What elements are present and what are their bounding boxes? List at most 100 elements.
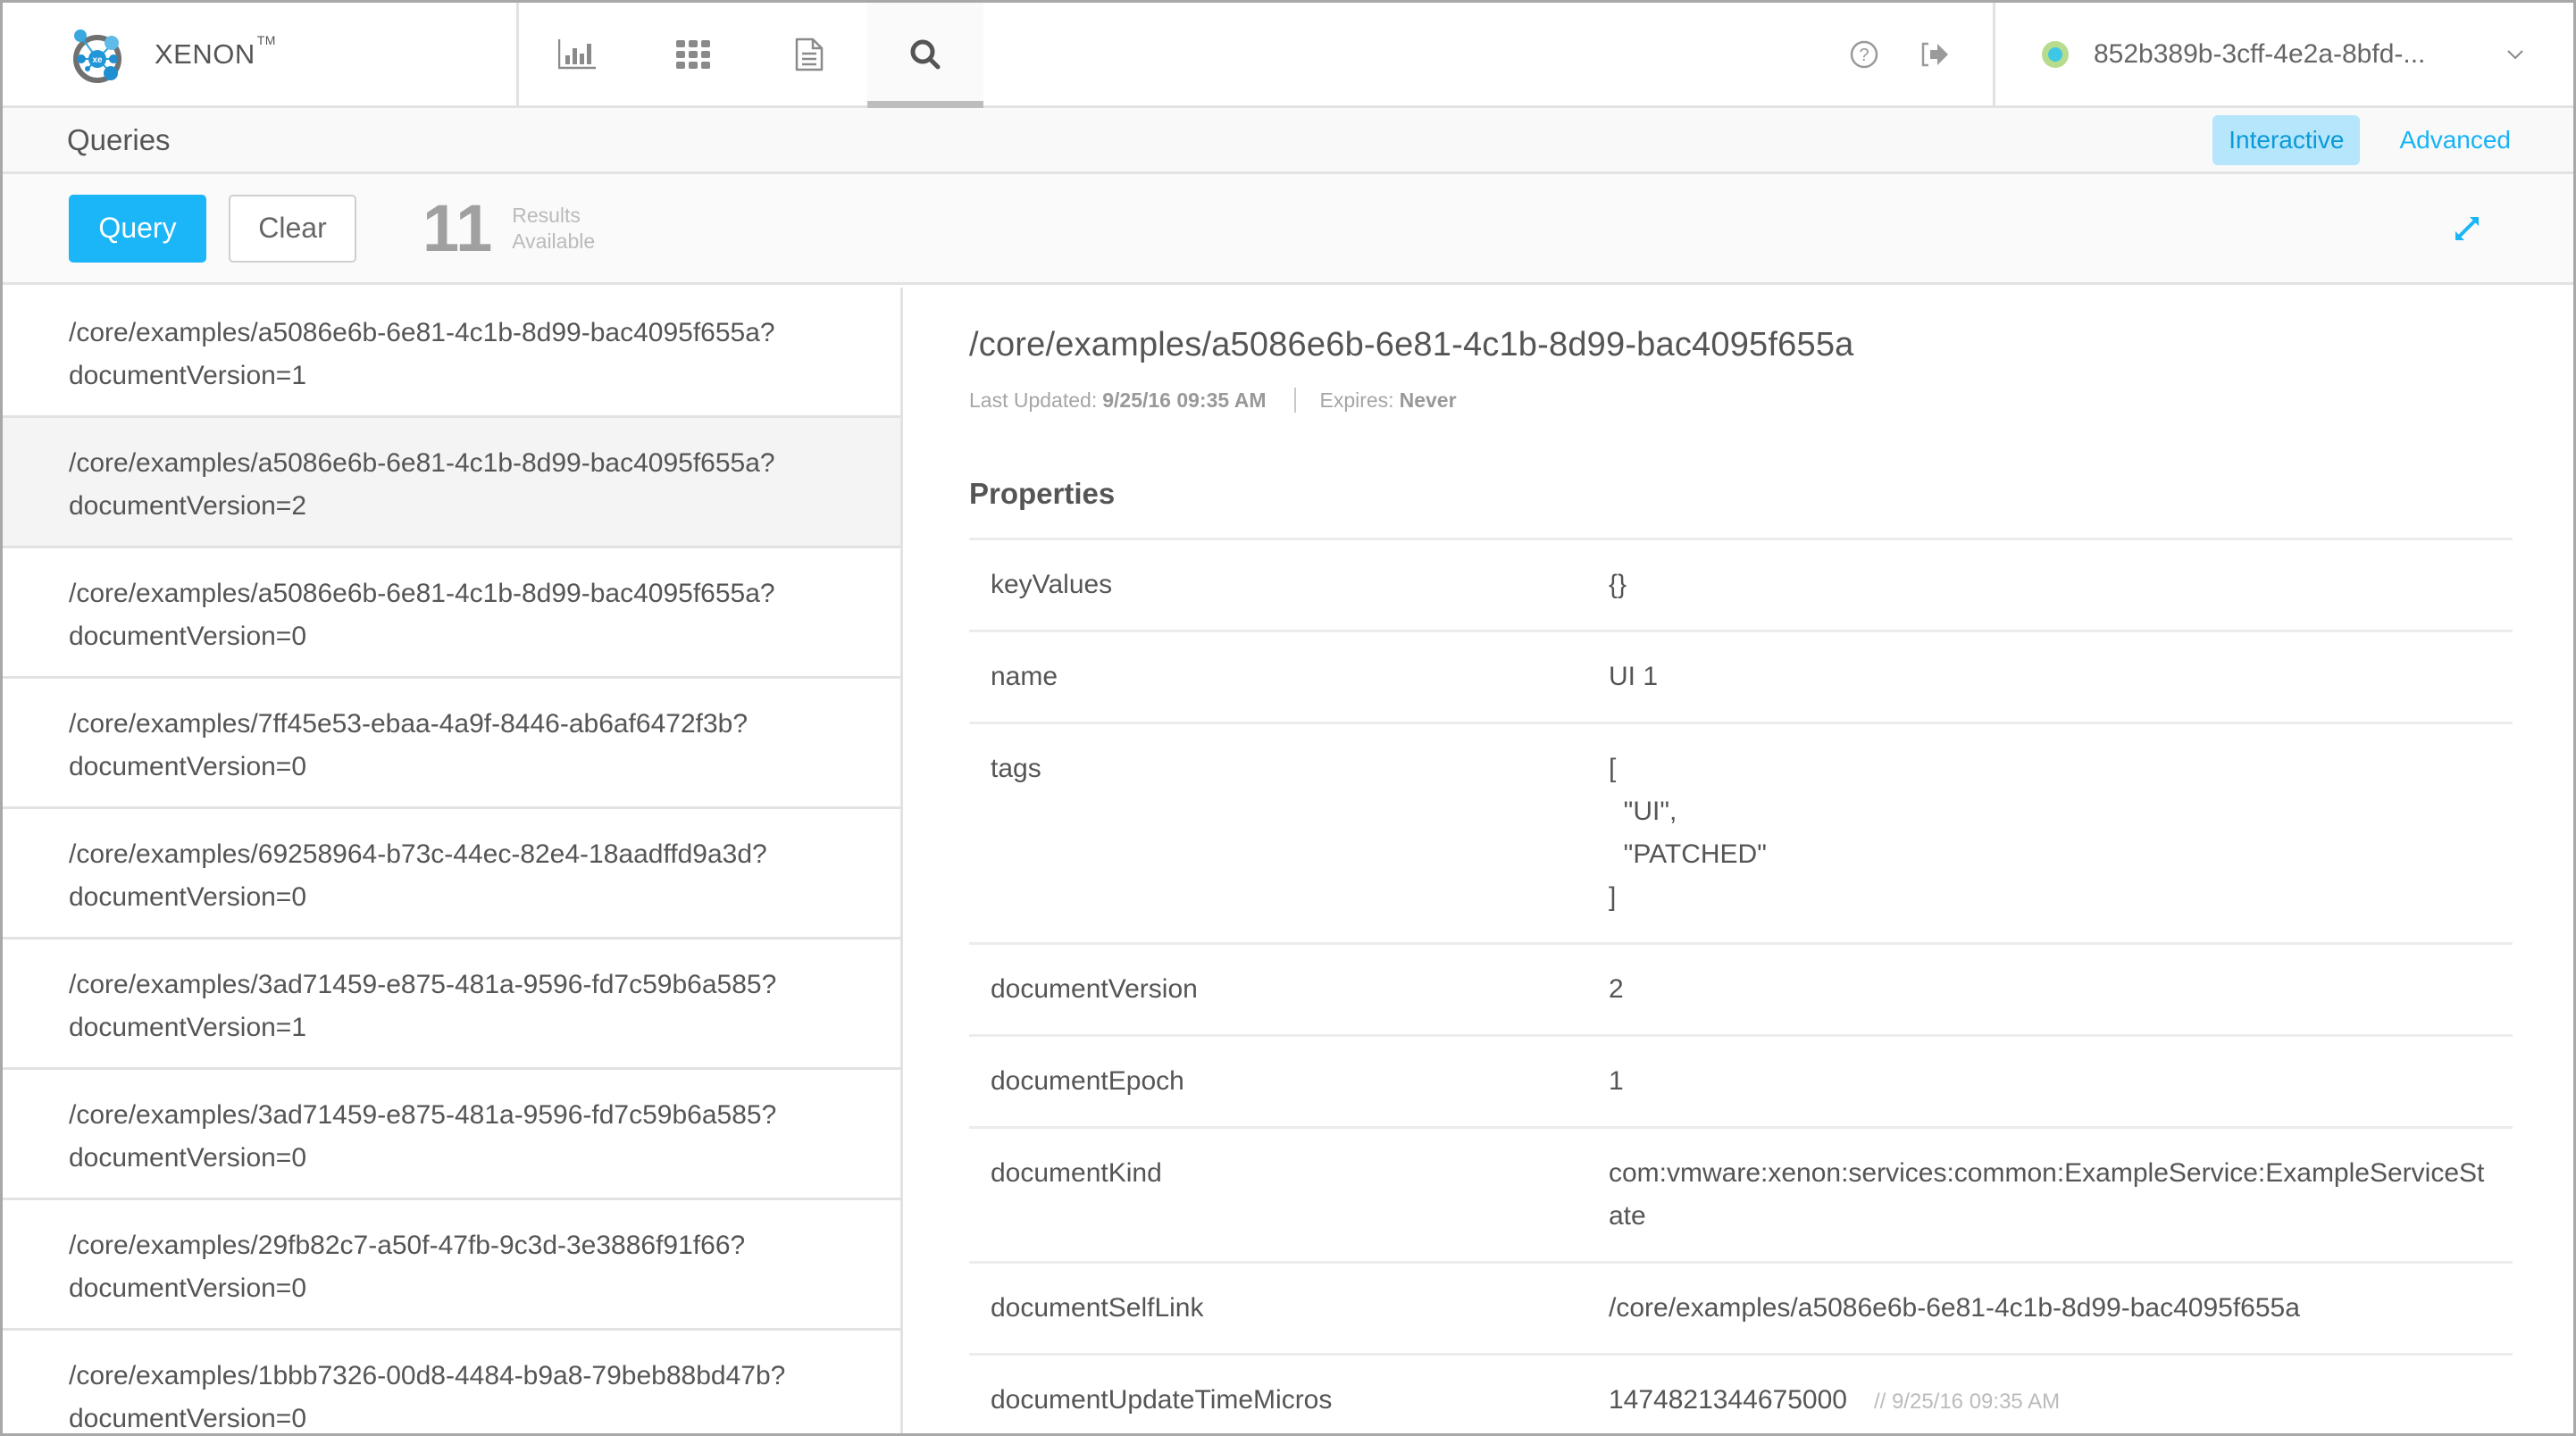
list-item[interactable]: /core/examples/a5086e6b-6e81-4c1b-8d99-b… <box>3 418 900 548</box>
property-row: documentEpoch 1 <box>969 1037 2513 1129</box>
list-item[interactable]: /core/examples/a5086e6b-6e81-4c1b-8d99-b… <box>3 288 900 418</box>
list-item[interactable]: /core/examples/a5086e6b-6e81-4c1b-8d99-b… <box>3 548 900 679</box>
query-toolbar: Query Clear 11 Results Available <box>3 174 2573 285</box>
header-spacer <box>983 3 1850 105</box>
search-icon <box>910 39 941 69</box>
properties-table: keyValues {} name UI 1 tags [ "UI", "PATCHED"… <box>969 538 2513 1433</box>
property-value-text: 1 <box>1609 1066 1624 1096</box>
property-key: documentVersion <box>991 974 1198 1004</box>
list-item-version: documentVersion=2 <box>69 491 307 521</box>
node-selector[interactable]: 852b389b-3cff-4e2a-8bfd-... <box>1993 3 2573 105</box>
property-value: [ "UI", "PATCHED" ] <box>1609 747 2513 919</box>
nav-logs[interactable] <box>751 3 867 105</box>
property-value: 1 <box>1609 1060 2513 1103</box>
property-value-text: [ "UI", "PATCHED" ] <box>1609 754 1767 912</box>
property-key: documentKind <box>991 1158 1162 1188</box>
results-summary: 11 Results Available <box>422 195 595 262</box>
tab-advanced[interactable]: Advanced <box>2383 115 2527 165</box>
document-detail: /core/examples/a5086e6b-6e81-4c1b-8d99-b… <box>906 288 2573 1433</box>
property-row: keyValues {} <box>969 540 2513 632</box>
document-icon <box>795 38 824 71</box>
meta-divider <box>1294 388 1297 413</box>
query-button[interactable]: Query <box>69 194 206 263</box>
property-row: tags [ "UI", "PATCHED" ] <box>969 724 2513 945</box>
list-item-path: /core/examples/a5086e6b-6e81-4c1b-8d99-b… <box>69 318 775 347</box>
main-nav <box>519 3 983 108</box>
property-key: documentUpdateTimeMicros <box>991 1385 1333 1415</box>
node-status-icon <box>2042 40 2069 68</box>
list-item-path: /core/examples/a5086e6b-6e81-4c1b-8d99-b… <box>69 448 775 478</box>
property-value: 1474821344675000 // 9/25/16 09:35 AM <box>1609 1379 2513 1423</box>
property-value: UI 1 <box>1609 655 2513 698</box>
property-note: // 9/25/16 09:35 AM <box>1873 1390 2061 1414</box>
property-row: documentVersion 2 <box>969 945 2513 1037</box>
clear-button[interactable]: Clear <box>229 194 356 263</box>
last-updated-label: Last Updated: <box>969 388 1098 412</box>
property-value-text: 2 <box>1609 974 1624 1004</box>
nav-query[interactable] <box>867 3 983 108</box>
document-title: /core/examples/a5086e6b-6e81-4c1b-8d99-b… <box>969 326 1854 363</box>
property-value-text: /core/examples/a5086e6b-6e81-4c1b-8d99-b… <box>1609 1293 2300 1323</box>
app-window: xe XENON TM ? 852b389b-3cff-4e2a-8bfd-..… <box>0 0 2576 1436</box>
property-key: documentSelfLink <box>991 1293 1204 1323</box>
node-name: 852b389b-3cff-4e2a-8bfd-... <box>2094 38 2426 69</box>
list-item-version: documentVersion=0 <box>69 1273 307 1303</box>
property-row: documentKind com:vmware:xenon:services:co… <box>969 1129 2513 1264</box>
property-key: tags <box>991 754 1041 783</box>
xenon-logo-icon: xe <box>73 29 121 83</box>
list-item-version: documentVersion=0 <box>69 622 307 651</box>
nav-dashboard[interactable] <box>519 3 635 105</box>
property-value-text: UI 1 <box>1609 662 1659 691</box>
tab-interactive[interactable]: Interactive <box>2212 114 2361 165</box>
property-value: /core/examples/a5086e6b-6e81-4c1b-8d99-b… <box>1609 1287 2513 1330</box>
list-item[interactable]: /core/examples/3ad71459-e875-481a-9596-f… <box>3 939 900 1070</box>
brand-name: XENON TM <box>155 33 276 71</box>
document-meta: Last Updated: 9/25/16 09:35 AM Expires: … <box>969 388 2573 413</box>
list-item[interactable]: /core/examples/29fb82c7-a50f-47fb-9c3d-3… <box>3 1200 900 1331</box>
list-item-version: documentVersion=1 <box>69 1013 307 1042</box>
expires-label: Expires: <box>1319 388 1394 412</box>
svg-text:xe: xe <box>92 55 103 65</box>
list-item-path: /core/examples/a5086e6b-6e81-4c1b-8d99-b… <box>69 579 775 608</box>
nav-services[interactable] <box>635 3 751 105</box>
list-item[interactable]: /core/examples/3ad71459-e875-481a-9596-f… <box>3 1070 900 1200</box>
grid-icon <box>676 39 710 69</box>
last-updated-value: 9/25/16 09:35 AM <box>1102 388 1267 412</box>
results-list: /core/examples/a5086e6b-6e81-4c1b-8d99-b… <box>3 288 903 1433</box>
header-tools: ? <box>1850 3 1993 105</box>
results-label-line1: Results <box>512 203 581 227</box>
property-value-text: {} <box>1609 570 1627 599</box>
question-circle-icon[interactable]: ? <box>1850 40 1878 69</box>
list-item[interactable]: /core/examples/7ff45e53-ebaa-4a9f-8446-a… <box>3 679 900 809</box>
list-item[interactable]: /core/examples/1bbb7326-00d8-4484-b9a8-7… <box>3 1331 900 1433</box>
list-item-path: /core/examples/7ff45e53-ebaa-4a9f-8446-a… <box>69 709 749 739</box>
results-label: Results Available <box>512 203 595 255</box>
list-item-version: documentVersion=1 <box>69 361 307 390</box>
property-value-text: 1474821344675000 <box>1609 1385 1847 1415</box>
sign-out-icon[interactable] <box>1919 41 1950 68</box>
property-value: {} <box>1609 564 2513 606</box>
list-item-version: documentVersion=0 <box>69 752 307 781</box>
list-item-version: documentVersion=0 <box>69 1143 307 1173</box>
expand-icon[interactable] <box>2454 215 2480 242</box>
trademark: TM <box>256 32 276 47</box>
property-row: documentSelfLink/core/examples/a5086e6b-… <box>969 1264 2513 1356</box>
chevron-down-icon <box>2507 49 2523 59</box>
property-value: com:vmware:xenon:services:common:Example… <box>1609 1152 2513 1238</box>
list-item[interactable]: /core/examples/69258964-b73c-44ec-82e4-1… <box>3 809 900 939</box>
list-item-path: /core/examples/3ad71459-e875-481a-9596-f… <box>69 1100 777 1130</box>
brand[interactable]: xe XENON TM <box>3 3 519 105</box>
bar-chart-icon <box>558 38 596 69</box>
results-label-line2: Available <box>512 229 596 253</box>
property-key: name <box>991 662 1058 691</box>
expires-value: Never <box>1399 388 1457 412</box>
list-item-path: /core/examples/1bbb7326-00d8-4484-b9a8-7… <box>69 1361 786 1390</box>
list-item-path: /core/examples/29fb82c7-a50f-47fb-9c3d-3… <box>69 1231 746 1260</box>
top-header: xe XENON TM ? 852b389b-3cff-4e2a-8bfd-..… <box>3 3 2573 108</box>
list-item-path: /core/examples/3ad71459-e875-481a-9596-f… <box>69 970 777 999</box>
property-key: keyValues <box>991 570 1113 599</box>
brand-name-text: XENON <box>155 38 255 70</box>
property-row: documentUpdateTimeMicros 1474821344675000… <box>969 1356 2513 1433</box>
property-row: name UI 1 <box>969 632 2513 724</box>
property-value: 2 <box>1609 968 2513 1011</box>
